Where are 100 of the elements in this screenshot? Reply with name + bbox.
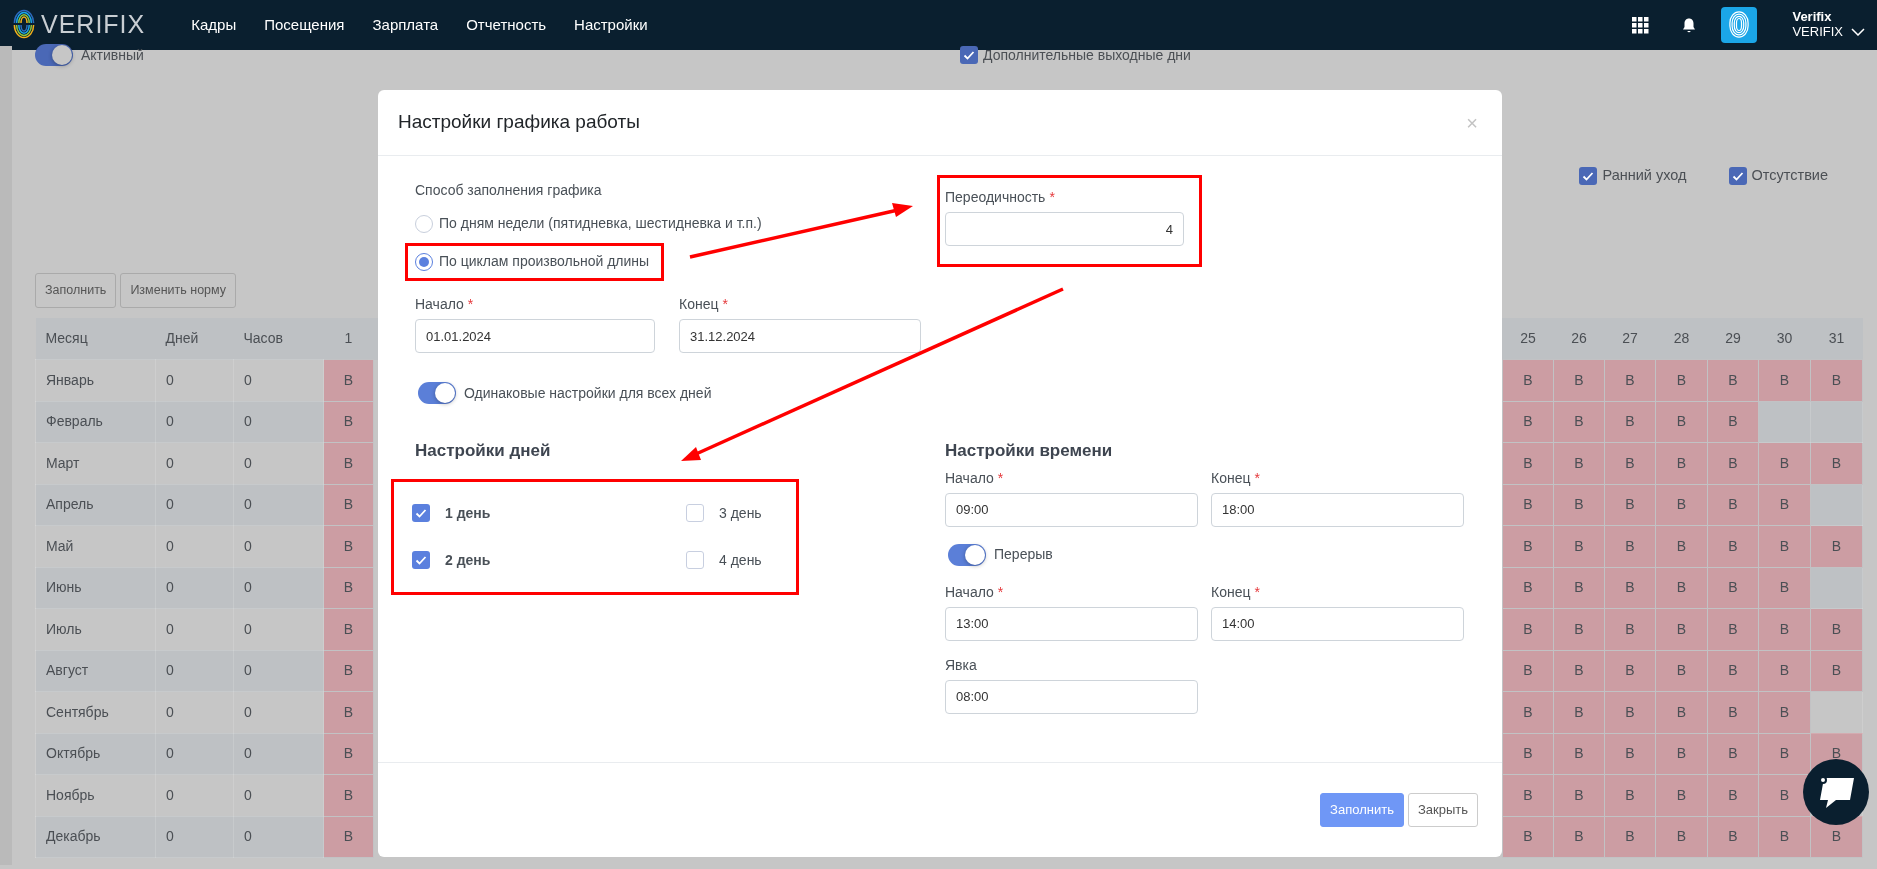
check-icon: [414, 507, 428, 519]
required-mark: *: [1254, 469, 1260, 486]
day-cell: В: [323, 774, 374, 816]
field-label: Переодичность: [945, 189, 1046, 205]
modal-title: Настройки графика работы: [398, 110, 640, 135]
column-header: 25: [1502, 317, 1554, 360]
day-cell: В: [1604, 774, 1656, 816]
required-mark: *: [467, 296, 474, 312]
day-cell: В: [1604, 525, 1656, 567]
toggle-switch[interactable]: [948, 543, 986, 566]
table-cell: 0: [155, 733, 234, 775]
toggle-switch[interactable]: [418, 382, 456, 404]
logo-text: VERIFIX: [41, 9, 146, 41]
column-header: Часов: [233, 317, 324, 360]
radio-option[interactable]: По дням недели (пятидневка, шестидневка и т.п.): [415, 213, 762, 234]
day-cell: В: [1553, 484, 1605, 526]
month-cell: Март: [35, 442, 156, 484]
input-field[interactable]: 08:00: [945, 679, 1198, 714]
day-cell: В: [1553, 816, 1605, 858]
day-cell: В: [1502, 774, 1554, 816]
checkbox[interactable]: [686, 551, 704, 569]
input-field[interactable]: 18:00: [1211, 492, 1464, 527]
day-cell: В: [1655, 401, 1708, 443]
checkbox[interactable]: [412, 504, 430, 522]
day-cell: В: [1810, 442, 1863, 484]
table-cell: 0: [155, 691, 234, 733]
table-cell: 0: [155, 484, 234, 526]
bell-icon[interactable]: [1681, 17, 1698, 33]
chevron-down-icon[interactable]: [1851, 28, 1865, 37]
day-cell: В: [1707, 816, 1759, 858]
day-cell: В: [1810, 525, 1863, 567]
day-cell: В: [1758, 650, 1811, 692]
checkbox[interactable]: [1728, 166, 1747, 185]
input-field[interactable]: 14:00: [1211, 606, 1464, 641]
toggle-label: Одинаковые настройки для всех дней: [464, 383, 712, 403]
day-cell: В: [1810, 650, 1863, 692]
day-cell: В: [1553, 567, 1605, 609]
table-cell: 0: [233, 816, 324, 858]
month-cell: Апрель: [35, 484, 156, 526]
table-cell: 0: [233, 691, 324, 733]
nav-link[interactable]: Посещения: [264, 13, 345, 37]
month-cell: Февраль: [35, 401, 156, 443]
group-label: Способ заполнения графика: [415, 181, 603, 200]
checkbox[interactable]: [960, 46, 978, 64]
day-cell: В: [323, 401, 374, 443]
nav-link[interactable]: Зарплата: [372, 13, 439, 37]
field-label: Конец: [1211, 469, 1251, 486]
day-cell: В: [1553, 401, 1605, 443]
toolbar-button[interactable]: Заполнить: [35, 272, 117, 308]
input-field[interactable]: 13:00: [945, 606, 1198, 641]
day-cell: В: [323, 691, 374, 733]
column-header: Месяц: [35, 317, 156, 360]
toggle-switch[interactable]: [35, 44, 73, 66]
toolbar-button[interactable]: Изменить норму: [120, 272, 237, 308]
radio-option[interactable]: По циклам произвольной длины: [415, 251, 650, 272]
checkbox-label: 3 день: [719, 503, 762, 523]
required-mark: *: [997, 469, 1004, 486]
day-cell: В: [323, 442, 374, 484]
day-cell: В: [1502, 401, 1554, 443]
day-cell: В: [323, 608, 374, 650]
checkbox-label: 4 день: [719, 550, 762, 570]
day-cell: В: [1655, 608, 1708, 650]
nav-link[interactable]: Кадры: [191, 13, 237, 37]
checkbox-label: Ранний уход: [1602, 166, 1687, 185]
table-cell: 0: [155, 774, 234, 816]
input-field[interactable]: 31.12.2024: [679, 319, 921, 353]
table-cell: 0: [233, 608, 324, 650]
day-cell: В: [1758, 733, 1811, 775]
section-heading: Настройки дней: [415, 440, 552, 462]
fingerprint-button[interactable]: [1721, 7, 1758, 43]
field-label: Начало: [415, 296, 464, 312]
day-cell: В: [1604, 691, 1656, 733]
day-cell: В: [1502, 525, 1554, 567]
checkbox[interactable]: [686, 504, 704, 522]
month-cell: Май: [35, 525, 156, 567]
input-field[interactable]: 01.01.2024: [415, 319, 655, 353]
table-cell: 0: [155, 816, 234, 858]
day-cell: В: [1502, 567, 1554, 609]
input-field[interactable]: 09:00: [945, 492, 1198, 527]
required-mark: *: [997, 583, 1004, 600]
day-cell: В: [1502, 442, 1554, 484]
day-cell: В: [1655, 733, 1708, 775]
day-cell: В: [1553, 691, 1605, 733]
nav-link[interactable]: Настройки: [574, 13, 648, 37]
checkbox-label: 1 день: [445, 503, 491, 523]
month-cell: Декабрь: [35, 816, 156, 858]
month-cell: Июнь: [35, 567, 156, 609]
input-field[interactable]: 4: [945, 212, 1184, 246]
nav-link[interactable]: Отчетность: [466, 13, 547, 37]
checkbox[interactable]: [1579, 166, 1598, 185]
day-cell: В: [1758, 525, 1811, 567]
close-button[interactable]: Закрыть: [1407, 793, 1478, 827]
day-cell: В: [1707, 442, 1759, 484]
checkbox[interactable]: [412, 551, 430, 569]
required-mark: *: [722, 296, 728, 312]
day-cell: В: [1707, 650, 1759, 692]
day-cell: В: [323, 816, 374, 858]
required-mark: *: [1049, 189, 1055, 205]
apps-grid-icon[interactable]: [1632, 16, 1650, 34]
day-cell: В: [1707, 484, 1759, 526]
